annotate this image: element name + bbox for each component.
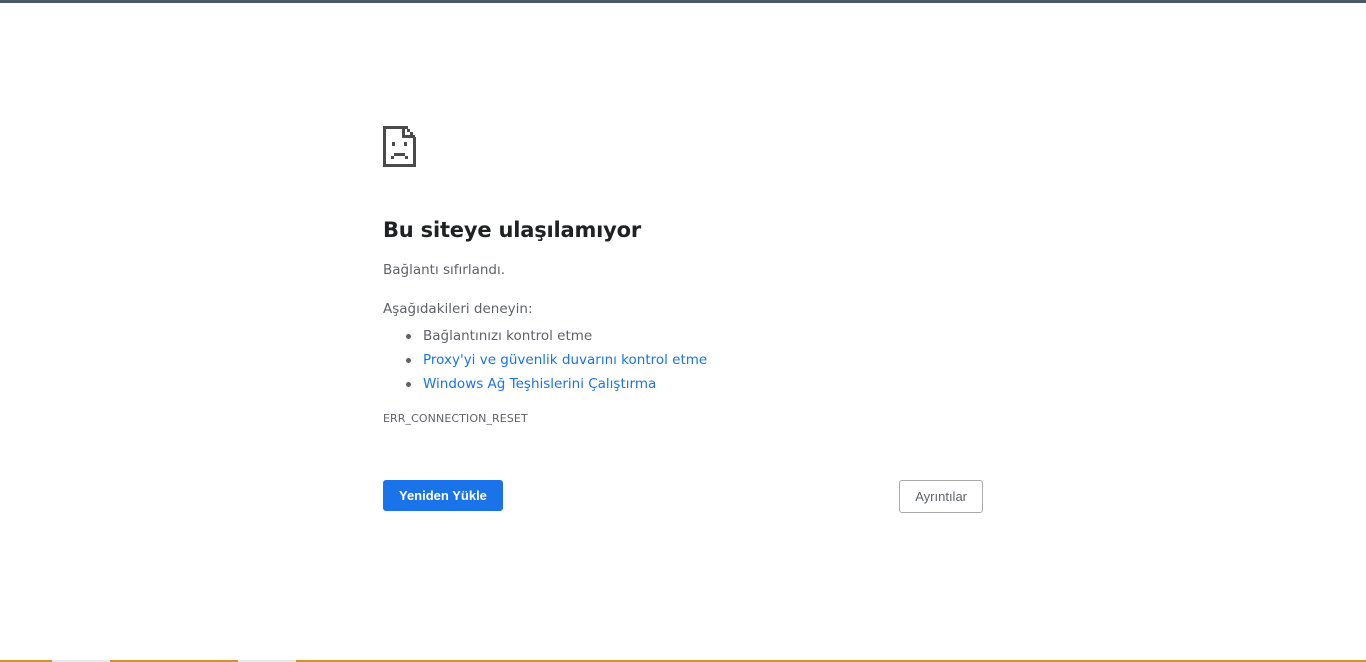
sad-page-icon <box>383 126 416 167</box>
run-network-diagnostics-link[interactable]: Windows Ağ Teşhislerini Çalıştırma <box>423 376 656 392</box>
reload-button[interactable]: Yeniden Yükle <box>383 480 503 512</box>
suggestions-heading: Aşağıdakileri deneyin: <box>383 301 533 318</box>
check-proxy-firewall-link[interactable]: Proxy'yi ve güvenlik duvarını kontrol et… <box>423 352 707 368</box>
browser-top-border <box>0 0 1366 3</box>
error-code: ERR_CONNECTION_RESET <box>383 412 528 426</box>
suggestion-label: Bağlantınızı kontrol etme <box>423 328 593 345</box>
error-title: Bu siteye ulaşılamıyor <box>383 218 642 242</box>
error-description: Bağlantı sıfırlandı. <box>383 262 506 279</box>
suggestion-check-proxy-firewall: Proxy'yi ve güvenlik duvarını kontrol et… <box>383 348 983 372</box>
suggestions-list: Bağlantınızı kontrol etme Proxy'yi ve gü… <box>383 324 983 396</box>
error-page: Bu siteye ulaşılamıyor Bağlantı sıfırlan… <box>383 126 983 514</box>
suggestion-check-connection: Bağlantınızı kontrol etme <box>383 324 983 348</box>
details-button[interactable]: Ayrıntılar <box>899 480 983 514</box>
suggestion-run-network-diagnostics: Windows Ağ Teşhislerini Çalıştırma <box>383 372 983 396</box>
button-row: Yeniden Yükle Ayrıntılar <box>383 480 983 514</box>
